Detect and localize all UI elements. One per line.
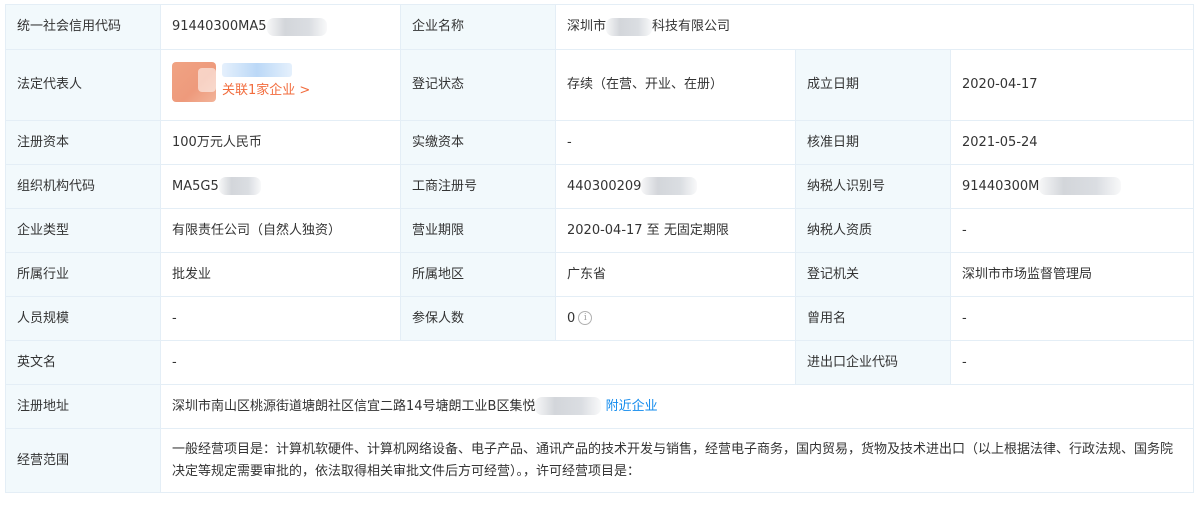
table-row: 组织机构代码 MA5G5 工商注册号 440300209 纳税人识别号 9144… <box>5 164 1195 209</box>
value-credit-code[interactable]: 91440300MA5 <box>160 4 401 50</box>
value-approval-date: 2021-05-24 <box>949 120 1195 165</box>
label-industry: 所属行业 <box>5 252 161 297</box>
info-circle-icon[interactable]: i <box>578 311 593 325</box>
label-org-code: 组织机构代码 <box>5 164 161 209</box>
label-reg-address: 注册地址 <box>5 384 161 429</box>
related-companies-link[interactable]: 关联1家企业 > <box>222 81 310 101</box>
value-company-name: 深圳市 科技有限公司 <box>554 4 1195 50</box>
value-import-export-code: - <box>949 340 1195 385</box>
value-region: 广东省 <box>555 252 796 297</box>
label-insured-count: 参保人数 <box>400 296 556 341</box>
nearby-companies-link[interactable]: 附近企业 <box>606 399 658 414</box>
label-taxpayer-id: 纳税人识别号 <box>795 164 951 209</box>
label-approval-date: 核准日期 <box>795 120 951 165</box>
reg-address-text: 深圳市南山区桃源街道塘朗社区信宜二路14号塘朗工业B区集悦 <box>172 398 536 414</box>
value-reg-status: 存续（在营、开业、在册） <box>555 49 796 121</box>
company-name-suffix: 科技有限公司 <box>652 19 731 34</box>
legal-rep-text: 关联1家企业 > <box>222 62 310 101</box>
table-row: 法定代表人 关联1家企业 > 登记状态 存续（在营、开业、在册） 成立日期 20… <box>5 49 1195 121</box>
label-english-name: 英文名 <box>5 340 161 385</box>
label-business-term: 营业期限 <box>400 208 556 253</box>
label-former-name: 曾用名 <box>795 296 951 341</box>
redacted-blur <box>606 17 653 36</box>
value-insured-count: 0i <box>555 296 796 341</box>
value-founded-date: 2020-04-17 <box>949 49 1195 121</box>
redacted-blur <box>1039 177 1122 195</box>
label-staff-size: 人员规模 <box>5 296 161 341</box>
redacted-blur <box>535 397 602 415</box>
value-paid-capital: - <box>555 120 796 165</box>
value-company-type: 有限责任公司（自然人独资） <box>160 208 401 253</box>
redacted-blur <box>266 17 327 36</box>
label-company-type: 企业类型 <box>5 208 161 253</box>
value-staff-size: - <box>160 296 401 341</box>
value-english-name: - <box>160 340 796 385</box>
value-business-reg-no: 440300209 <box>555 164 796 209</box>
value-industry: 批发业 <box>160 252 401 297</box>
redacted-blur <box>641 177 698 195</box>
avatar[interactable] <box>172 61 216 102</box>
taxpayer-id-text: 91440300M <box>962 178 1040 194</box>
table-row: 所属行业 批发业 所属地区 广东省 登记机关 深圳市市场监督管理局 <box>5 252 1195 297</box>
label-company-name: 企业名称 <box>400 4 556 50</box>
label-import-export-code: 进出口企业代码 <box>795 340 951 385</box>
label-business-scope: 经营范围 <box>5 428 161 493</box>
legal-rep-block: 关联1家企业 > <box>172 61 310 102</box>
label-reg-capital: 注册资本 <box>5 120 161 165</box>
label-legal-rep: 法定代表人 <box>5 49 161 121</box>
table-row: 注册地址 深圳市南山区桃源街道塘朗社区信宜二路14号塘朗工业B区集悦 附近企业 <box>5 384 1195 429</box>
table-row: 人员规模 - 参保人数 0i 曾用名 - <box>5 296 1195 341</box>
value-taxpayer-qualification: - <box>949 208 1195 253</box>
value-former-name: - <box>949 296 1195 341</box>
redacted-blur <box>218 177 261 195</box>
business-reg-no-text: 440300209 <box>567 178 642 194</box>
table-row: 统一社会信用代码 91440300MA5 企业名称 深圳市 科技有限公司 <box>5 4 1195 50</box>
legal-rep-name-redacted[interactable] <box>222 62 292 77</box>
label-founded-date: 成立日期 <box>795 49 951 121</box>
org-code-text: MA5G5 <box>172 178 219 194</box>
company-info-panel: 统一社会信用代码 91440300MA5 企业名称 深圳市 科技有限公司 法定代表… <box>5 4 1195 493</box>
table-row: 英文名 - 进出口企业代码 - <box>5 340 1195 385</box>
value-org-code: MA5G5 <box>160 164 401 209</box>
label-business-reg-no: 工商注册号 <box>400 164 556 209</box>
label-taxpayer-qualification: 纳税人资质 <box>795 208 951 253</box>
label-credit-code: 统一社会信用代码 <box>5 4 161 50</box>
table-row: 注册资本 100万元人民币 实缴资本 - 核准日期 2021-05-24 <box>5 120 1195 165</box>
value-business-scope: 一般经营项目是：计算机软硬件、计算机网络设备、电子产品、通讯产品的技术开发与销售… <box>159 428 1195 493</box>
label-registration-authority: 登记机关 <box>795 252 951 297</box>
table-row: 经营范围 一般经营项目是：计算机软硬件、计算机网络设备、电子产品、通讯产品的技术… <box>5 428 1195 493</box>
label-paid-capital: 实缴资本 <box>400 120 556 165</box>
value-registration-authority: 深圳市市场监督管理局 <box>949 252 1195 297</box>
credit-code-text: 91440300MA5 <box>172 19 267 34</box>
value-reg-capital: 100万元人民币 <box>160 120 401 165</box>
label-reg-status: 登记状态 <box>400 49 556 121</box>
value-legal-rep: 关联1家企业 > <box>160 49 401 121</box>
company-info-table: 统一社会信用代码 91440300MA5 企业名称 深圳市 科技有限公司 法定代表… <box>5 4 1195 493</box>
value-business-term: 2020-04-17 至 无固定期限 <box>555 208 796 253</box>
value-taxpayer-id: 91440300M <box>949 164 1195 209</box>
table-row: 企业类型 有限责任公司（自然人独资） 营业期限 2020-04-17 至 无固定… <box>5 208 1195 253</box>
label-region: 所属地区 <box>400 252 556 297</box>
company-name-prefix: 深圳市 <box>567 19 607 34</box>
insured-count-text: 0 <box>567 310 576 326</box>
value-reg-address: 深圳市南山区桃源街道塘朗社区信宜二路14号塘朗工业B区集悦 附近企业 <box>159 384 1195 429</box>
